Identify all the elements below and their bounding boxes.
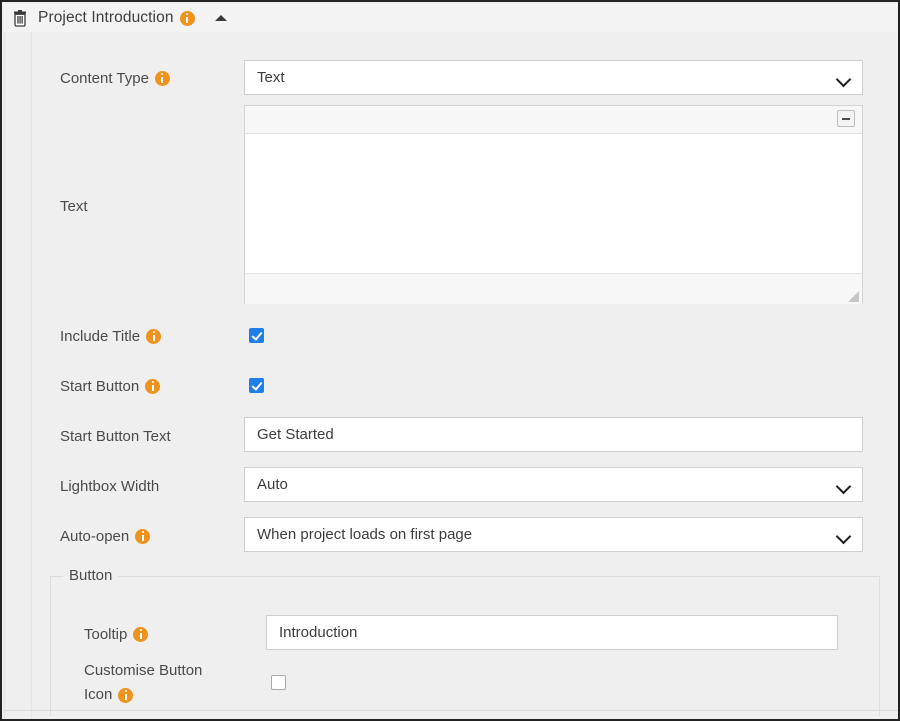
- page-title: Project Introduction: [38, 9, 174, 26]
- chevron-down-icon: [835, 71, 852, 88]
- customise-button-icon-label-line1: Customise Button: [84, 662, 203, 679]
- text-label: Text: [60, 193, 88, 219]
- info-icon[interactable]: [179, 10, 195, 26]
- lightbox-width-label-text: Lightbox Width: [60, 477, 160, 495]
- auto-open-value: When project loads on first page: [257, 526, 473, 543]
- tooltip-label-text: Tooltip: [84, 625, 128, 643]
- auto-open-select[interactable]: When project loads on first page: [244, 517, 863, 552]
- start-button-label: Start Button: [60, 373, 161, 399]
- customise-button-icon-label-line2: Icon: [84, 686, 113, 703]
- include-title-label-text: Include Title: [60, 327, 141, 345]
- text-rich-editor[interactable]: [244, 105, 863, 304]
- customise-button-icon-label: Customise Button Icon: [84, 659, 254, 707]
- panel-header: Project Introduction: [4, 4, 898, 32]
- start-button-text-label: Start Button Text: [60, 423, 171, 449]
- start-button-text-value: Get Started: [257, 426, 334, 443]
- tooltip-input[interactable]: Introduction: [266, 615, 838, 650]
- delete-icon[interactable]: [12, 9, 28, 27]
- include-title-label: Include Title: [60, 323, 162, 349]
- customise-button-icon-checkbox[interactable]: [271, 675, 286, 690]
- info-icon[interactable]: [133, 626, 149, 642]
- editor-content-area[interactable]: [245, 134, 862, 273]
- auto-open-label: Auto-open: [60, 523, 151, 549]
- content-type-label: Content Type: [60, 64, 170, 92]
- include-title-checkbox[interactable]: [249, 328, 264, 343]
- info-icon[interactable]: [154, 70, 170, 86]
- tooltip-label: Tooltip: [84, 621, 149, 647]
- info-icon[interactable]: [135, 528, 151, 544]
- editor-toolbar: [245, 106, 862, 134]
- indent-rail: [31, 32, 32, 719]
- info-icon[interactable]: [146, 328, 162, 344]
- start-button-label-text: Start Button: [60, 377, 140, 395]
- start-button-checkbox[interactable]: [249, 378, 264, 393]
- chevron-down-icon: [835, 478, 852, 495]
- bottom-divider: [4, 710, 898, 711]
- button-fieldset-legend: Button: [63, 567, 119, 584]
- collapse-up-arrow-icon[interactable]: [214, 15, 227, 21]
- lightbox-width-label: Lightbox Width: [60, 473, 159, 499]
- start-button-text-label-text: Start Button Text: [60, 427, 171, 445]
- start-button-text-input[interactable]: Get Started: [244, 417, 863, 452]
- editor-status-bar: [245, 273, 862, 304]
- chevron-down-icon: [835, 528, 852, 545]
- info-icon[interactable]: [145, 378, 161, 394]
- auto-open-label-text: Auto-open: [60, 527, 130, 545]
- content-type-select[interactable]: Text: [244, 60, 863, 95]
- lightbox-width-select[interactable]: Auto: [244, 467, 863, 502]
- lightbox-width-value: Auto: [257, 476, 288, 493]
- content-type-value: Text: [257, 69, 285, 86]
- project-introduction-panel: Project Introduction Content Type Text T…: [0, 0, 900, 721]
- toolbar-toggle-icon[interactable]: [837, 110, 855, 127]
- tooltip-value: Introduction: [279, 624, 358, 641]
- text-label-text: Text: [60, 197, 88, 215]
- resize-handle[interactable]: [848, 291, 859, 302]
- content-type-label-text: Content Type: [60, 69, 149, 87]
- info-icon[interactable]: [118, 687, 134, 703]
